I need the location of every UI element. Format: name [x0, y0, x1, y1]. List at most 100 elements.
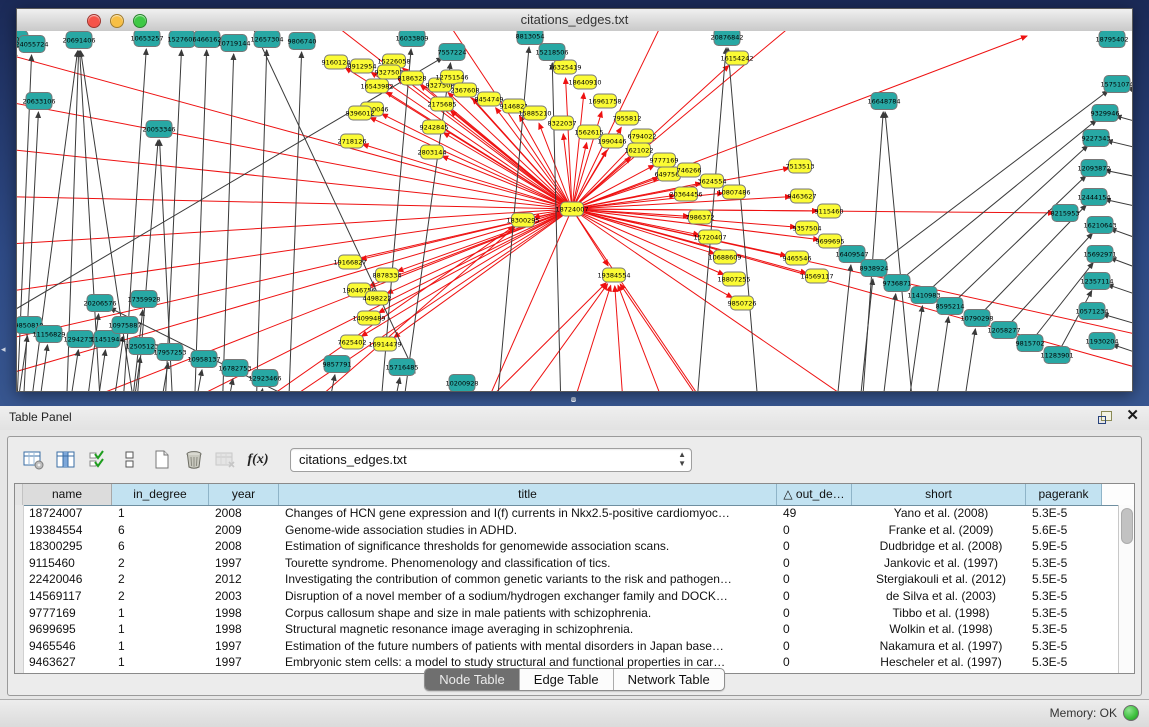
cell-short[interactable]: Wolkin et al. (1998) — [852, 621, 1026, 638]
graph-node[interactable]: 16325419 — [548, 60, 581, 74]
table-settings-icon[interactable] — [20, 447, 48, 473]
graph-node[interactable]: 24055724 — [17, 36, 49, 53]
graph-node[interactable]: 17957253 — [153, 344, 186, 361]
cell-out_degree[interactable]: 0 — [777, 621, 852, 638]
graph-node[interactable]: 12058277 — [987, 322, 1020, 339]
graph-node[interactable]: 9850726 — [728, 296, 757, 310]
graph-node[interactable]: 9815702 — [1016, 335, 1045, 352]
graph-node[interactable]: 8813054 — [516, 31, 545, 45]
cell-short[interactable]: Franke et al. (2009) — [852, 522, 1026, 539]
graph-node[interactable]: 6794022 — [628, 129, 657, 143]
cell-short[interactable]: de Silva et al. (2003) — [852, 588, 1026, 605]
network-table-selector[interactable]: citations_edges.txt ▲▼ — [290, 448, 692, 472]
column-header-in_degree[interactable]: in_degree — [112, 484, 209, 505]
graph-node[interactable]: 8595214 — [936, 298, 965, 315]
graph-node[interactable]: 18640910 — [568, 75, 601, 89]
cell-name[interactable]: 18724007 — [23, 505, 112, 522]
graph-node[interactable]: 10975887 — [108, 317, 141, 334]
cell-name[interactable]: 9465546 — [23, 638, 112, 655]
window-titlebar[interactable]: citations_edges.txt — [17, 9, 1132, 32]
graph-node[interactable]: 3624554 — [698, 174, 727, 188]
column-header-title[interactable]: title — [279, 484, 777, 505]
cell-in_degree[interactable]: 1 — [112, 605, 209, 622]
cell-in_degree[interactable]: 2 — [112, 571, 209, 588]
cell-short[interactable]: Yano et al. (2008) — [852, 505, 1026, 522]
graph-node[interactable]: 1990446 — [598, 134, 627, 148]
close-icon[interactable]: ✕ — [1126, 409, 1139, 423]
graph-node[interactable]: 12357114 — [1080, 273, 1113, 290]
graph-node[interactable]: 7955812 — [613, 111, 642, 125]
graph-node[interactable]: 20691406 — [62, 32, 95, 49]
graph-node[interactable]: 9463627 — [788, 189, 817, 203]
cell-year[interactable]: 2009 — [209, 522, 279, 539]
cell-pagerank[interactable]: 5.3E-5 — [1026, 605, 1102, 622]
graph-node[interactable]: 7625402 — [338, 335, 367, 349]
cell-in_degree[interactable]: 1 — [112, 505, 209, 522]
graph-node[interactable]: 10653257 — [130, 31, 163, 47]
graph-node[interactable]: 9160124 — [322, 55, 351, 69]
cell-name[interactable]: 18300295 — [23, 538, 112, 555]
graph-node[interactable]: 11283901 — [1040, 347, 1073, 364]
graph-node[interactable]: 9396012 — [346, 106, 375, 120]
cell-in_degree[interactable]: 6 — [112, 522, 209, 539]
tab-network-table[interactable]: Network Table — [613, 669, 724, 690]
graph-node[interactable]: 16543982 — [360, 79, 393, 93]
graph-node[interactable]: 20053346 — [142, 121, 175, 138]
network-canvas[interactable]: 1872400791601248912954152260589327503165… — [17, 31, 1132, 391]
graph-node[interactable]: 19384554 — [597, 268, 630, 282]
cell-out_degree[interactable]: 0 — [777, 588, 852, 605]
cell-out_degree[interactable]: 0 — [777, 571, 852, 588]
cell-year[interactable]: 2003 — [209, 588, 279, 605]
graph-node[interactable]: 2718126 — [338, 134, 367, 148]
column-header-short[interactable]: short — [852, 484, 1026, 505]
graph-node[interactable]: 15716485 — [385, 359, 418, 376]
graph-node[interactable]: 9227343 — [1082, 130, 1111, 147]
graph-node[interactable]: 8186328 — [398, 71, 427, 85]
column-header-year[interactable]: year — [209, 484, 279, 505]
cell-year[interactable]: 1998 — [209, 605, 279, 622]
cell-title[interactable]: Changes of HCN gene expression and I(f) … — [279, 505, 777, 522]
function-builder-icon[interactable]: f(x) — [244, 447, 272, 473]
graph-node[interactable]: 20206576 — [83, 295, 116, 312]
column-header-out_degree[interactable]: △ out_de… — [777, 484, 852, 505]
graph-node[interactable]: 12657304 — [250, 31, 283, 48]
row-height-icon[interactable] — [116, 447, 144, 473]
graph-node[interactable]: 11156829 — [32, 326, 65, 343]
cell-out_degree[interactable]: 0 — [777, 605, 852, 622]
graph-node[interactable]: 8322037 — [548, 116, 577, 130]
graph-node[interactable]: 11930204 — [1085, 333, 1118, 350]
cell-out_degree[interactable]: 0 — [777, 638, 852, 655]
column-header-pagerank[interactable]: pagerank — [1026, 484, 1102, 505]
graph-node[interactable]: 2803144 — [418, 145, 447, 159]
graph-node[interactable]: 16961758 — [588, 94, 621, 108]
graph-node[interactable]: 10958137 — [187, 351, 220, 368]
table-row[interactable]: 911546021997Tourette syndrome. Phenomeno… — [15, 555, 1119, 572]
cell-out_degree[interactable]: 0 — [777, 522, 852, 539]
cell-pagerank[interactable]: 5.6E-5 — [1026, 522, 1102, 539]
graph-node[interactable]: 9465546 — [783, 251, 812, 265]
table-row[interactable]: 1830029562008Estimation of significance … — [15, 538, 1119, 555]
cell-pagerank[interactable]: 5.3E-5 — [1026, 621, 1102, 638]
graph-node[interactable]: 18795402 — [1095, 31, 1128, 48]
delete-column-trash-icon[interactable] — [180, 447, 208, 473]
cell-out_degree[interactable]: 49 — [777, 505, 852, 522]
cell-pagerank[interactable]: 5.3E-5 — [1026, 505, 1102, 522]
graph-node[interactable]: 9857791 — [323, 356, 352, 373]
cell-year[interactable]: 2008 — [209, 505, 279, 522]
graph-node[interactable]: 8938924 — [860, 260, 889, 277]
graph-node[interactable]: 15692971 — [1083, 246, 1116, 263]
cell-in_degree[interactable]: 1 — [112, 638, 209, 655]
cell-name[interactable]: 9115460 — [23, 555, 112, 572]
cell-title[interactable]: Genome-wide association studies in ADHD. — [279, 522, 777, 539]
scrollbar-thumb[interactable] — [1121, 508, 1133, 544]
graph-node[interactable]: 9777169 — [650, 153, 679, 167]
split-pane-grip[interactable] — [571, 397, 576, 401]
cell-name[interactable]: 9777169 — [23, 605, 112, 622]
graph-node[interactable]: 20364456 — [669, 187, 702, 201]
cell-name[interactable]: 19384554 — [23, 522, 112, 539]
graph-node[interactable]: 9115460 — [815, 204, 844, 218]
cell-title[interactable]: Estimation of significance thresholds fo… — [279, 538, 777, 555]
graph-node[interactable]: 15218506 — [535, 44, 568, 61]
table-row[interactable]: 1872400712008Changes of HCN gene express… — [15, 505, 1119, 522]
panel-collapse-arrow-icon[interactable]: ◂ — [1, 344, 6, 355]
